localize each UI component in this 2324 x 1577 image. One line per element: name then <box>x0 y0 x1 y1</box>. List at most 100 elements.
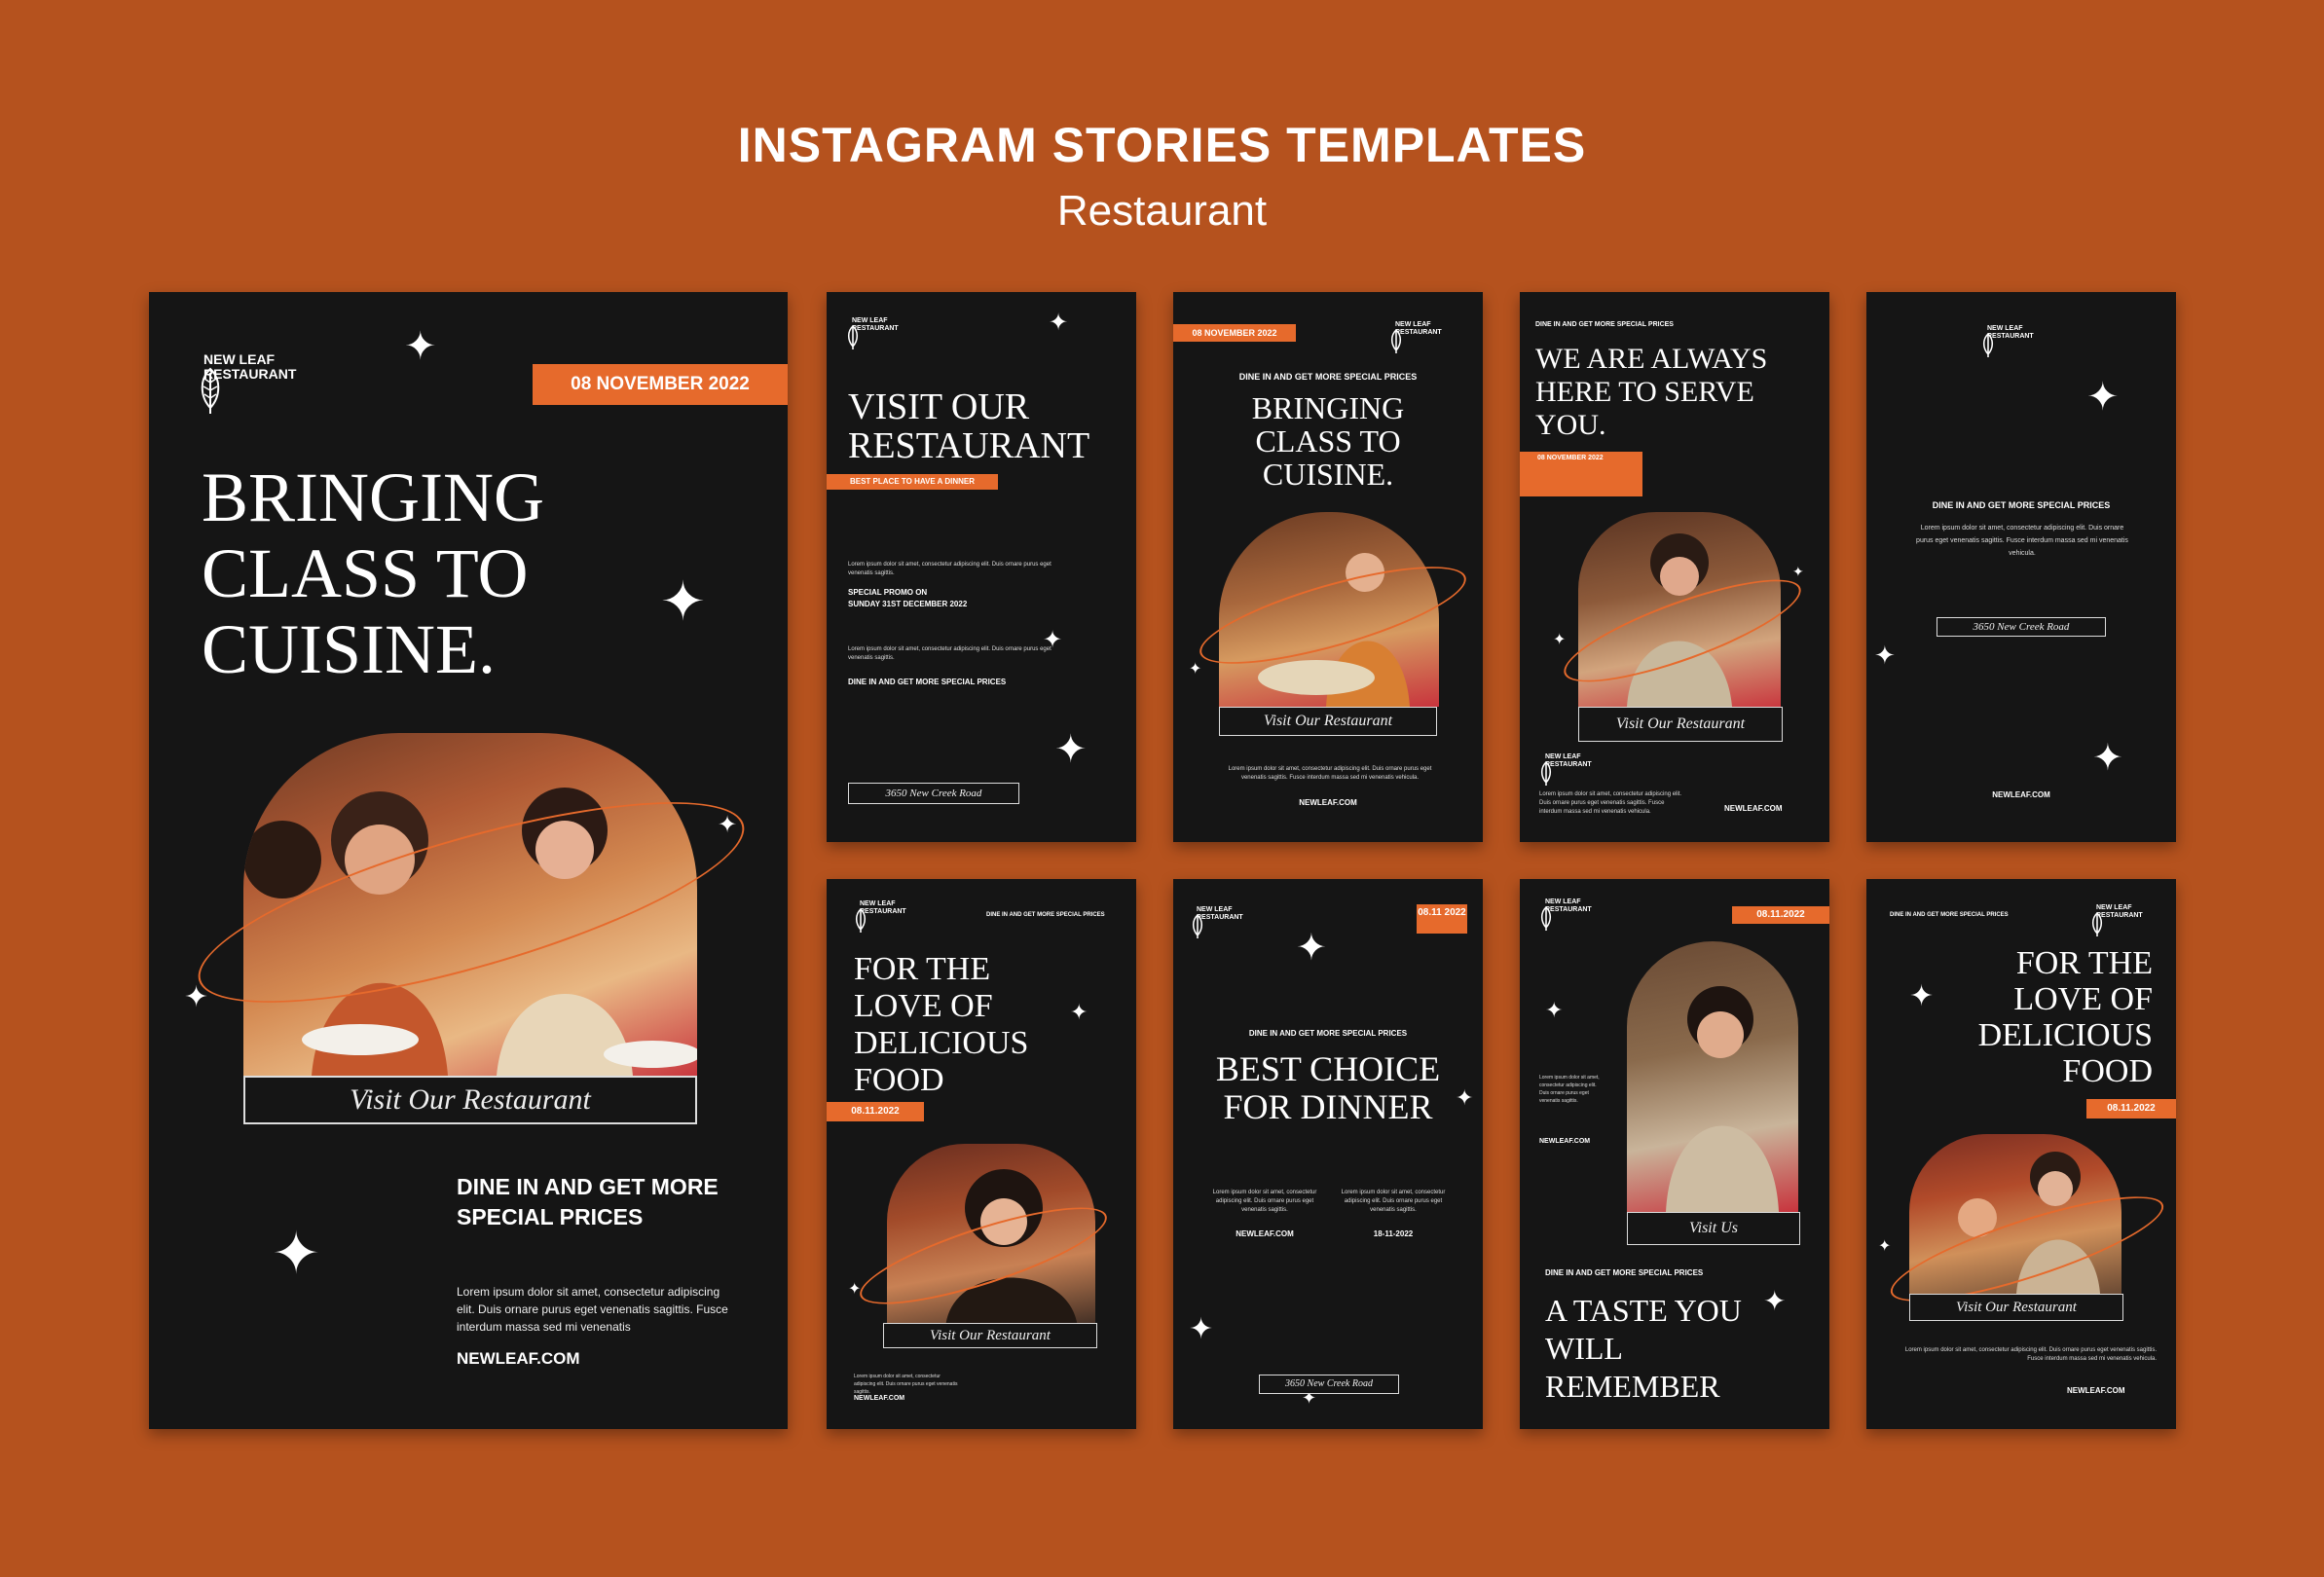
website-link[interactable]: NEWLEAF.COM <box>1539 1138 1590 1145</box>
page-title: INSTAGRAM STORIES TEMPLATES <box>737 118 1587 172</box>
body-text: Lorem ipsum dolor sit amet, consectetur … <box>1212 1190 1317 1213</box>
sparkle-icon: ✦ <box>1545 998 1564 1022</box>
sparkle-icon: ✦ <box>1874 641 1896 670</box>
headline: BEST CHOICE FOR DINNER <box>1215 1049 1441 1126</box>
brand-logo: NEW LEAF RESTAURANT <box>1389 321 1442 353</box>
sparkle-icon: ✦ <box>1792 564 1804 579</box>
sparkle-icon: ✦ <box>1049 310 1069 336</box>
sparkle-icon: ✦ <box>1763 1286 1787 1316</box>
body-text: Lorem ipsum dolor sit amet, consectetur … <box>457 1285 728 1334</box>
headline: WE ARE ALWAYS HERE TO SERVE YOU. <box>1535 343 1768 441</box>
visit-restaurant-button[interactable]: Visit Our Restaurant <box>243 1076 697 1124</box>
headline: FOR THE LOVE OF DELICIOUS FOOD <box>854 951 1029 1098</box>
brand-logo: NEW LEAF RESTAURANT <box>846 317 899 349</box>
brand-name: NEW LEAF <box>203 351 276 367</box>
date-badge: 08 NOVEMBER 2022 <box>1173 324 1296 342</box>
sparkle-icon: ✦ <box>1043 627 1063 653</box>
website-link[interactable]: NEWLEAF.COM <box>1173 798 1483 807</box>
address-button[interactable]: 3650 New Creek Road <box>848 783 1019 804</box>
story-card-8[interactable]: NEW LEAF RESTAURANT 08.11.2022 Visit Us ✦… <box>1520 879 1829 1429</box>
story-card-2[interactable]: NEW LEAF RESTAURANT ✦ VISIT OUR RESTAURAN… <box>827 292 1136 842</box>
website-link[interactable]: NEWLEAF.COM <box>854 1395 904 1402</box>
sparkle-icon: ✦ <box>2092 738 2123 779</box>
date-badge: 08 NOVEMBER 2022 <box>533 364 788 405</box>
brand-logo: NEW LEAF RESTAURANT <box>1539 899 1592 931</box>
body-text: Lorem ipsum dolor sit amet, consectetur … <box>1228 766 1432 781</box>
sparkle-icon: ✦ <box>1456 1085 1474 1110</box>
date-badge: 08.11.2022 <box>1732 906 1829 924</box>
date-badge: 08.11.2022 <box>827 1102 924 1121</box>
page-subtitle: Restaurant <box>1056 187 1268 235</box>
body-text: Lorem ipsum dolor sit amet, consectetur … <box>854 1374 958 1395</box>
brand-logo: NEW LEAF RESTAURANT <box>2090 904 2143 936</box>
tagline-badge: BEST PLACE TO HAVE A DINNER <box>827 474 998 490</box>
sparkle-icon: ✦ <box>1296 928 1327 969</box>
brand-logo: NEW LEAF RESTAURANT <box>1539 753 1592 786</box>
brand-name: NEW LEAF <box>1395 321 1431 328</box>
story-card-1[interactable]: NEW LEAF RESTAURANT 08 NOVEMBER 2022 BRIN… <box>149 292 788 1429</box>
brand-logo: NEW LEAF RESTAURANT <box>1191 906 1243 938</box>
sparkle-icon: ✦ <box>2086 376 2120 419</box>
sparkle-icon: ✦ <box>404 325 437 368</box>
brand-logo: NEW LEAF RESTAURANT <box>1981 325 2034 357</box>
promo-text: DINE IN AND GET MORE SPECIAL PRICES <box>986 912 1105 918</box>
website-link[interactable]: NEWLEAF.COM <box>1724 804 1783 813</box>
story-card-7[interactable]: NEW LEAF RESTAURANT 08.11 2022 ✦ DINE IN … <box>1173 879 1483 1429</box>
headline: BRINGING CLASS TO CUISINE. <box>1251 390 1405 492</box>
date-badge: 08 NOVEMBER 2022 <box>1520 452 1642 496</box>
body-text: Lorem ipsum dolor sit amet, consectetur … <box>848 646 1051 661</box>
story-card-6[interactable]: NEW LEAF RESTAURANT DINE IN AND GET MORE … <box>827 879 1136 1429</box>
story-card-4[interactable]: DINE IN AND GET MORE SPECIAL PRICES WE A… <box>1520 292 1829 842</box>
date-badge: 08.11.2022 <box>2086 1099 2176 1119</box>
promo-text: DINE IN AND GET MORE SPECIAL PRICES <box>1932 500 2111 510</box>
sparkle-icon: ✦ <box>272 1221 321 1286</box>
brand-logo: NEW LEAF RESTAURANT <box>198 351 296 415</box>
promo-label: SPECIAL PROMO ON <box>848 588 928 597</box>
website-link[interactable]: NEWLEAF.COM <box>1866 790 2176 799</box>
address-button[interactable]: 3650 New Creek Road <box>1937 617 2106 637</box>
promo-text: DINE IN AND GET MORE SPECIAL PRICES <box>848 678 1007 686</box>
visit-us-button[interactable]: Visit Us <box>1627 1212 1800 1245</box>
website-link[interactable]: NEWLEAF.COM <box>1208 1229 1321 1238</box>
headline: BRINGING CLASS TO CUISINE. <box>202 458 544 688</box>
promo-date: SUNDAY 31ST DECEMBER 2022 <box>848 600 968 608</box>
headline: VISIT OUR RESTAURANT <box>848 386 1090 466</box>
sparkle-icon: ✦ <box>1878 1238 1892 1255</box>
visit-restaurant-button[interactable]: Visit Our Restaurant <box>1219 707 1437 736</box>
promo-text: DINE IN AND GET MORE SPECIAL PRICES <box>1248 1029 1408 1038</box>
story-card-3[interactable]: 08 NOVEMBER 2022 NEW LEAF RESTAURANT DINE… <box>1173 292 1483 842</box>
promo-text: DINE IN AND GET MORE SPECIAL PRICES <box>1545 1268 1704 1277</box>
story-card-9[interactable]: DINE IN AND GET MORE SPECIAL PRICES NEW … <box>1866 879 2176 1429</box>
address-button[interactable]: 3650 New Creek Road <box>1259 1375 1399 1394</box>
restaurant-photo <box>1627 941 1798 1212</box>
sparkle-icon: ✦ <box>1054 728 1088 771</box>
body-text: Lorem ipsum dolor sit amet, consectetur … <box>1904 1347 2157 1362</box>
visit-restaurant-button[interactable]: Visit Our Restaurant <box>1909 1294 2123 1321</box>
body-text: Lorem ipsum dolor sit amet, consectetur … <box>1341 1190 1446 1213</box>
sparkle-icon: ✦ <box>184 981 209 1013</box>
date-badge: 08.11 2022 <box>1417 904 1467 934</box>
body-text: Lorem ipsum dolor sit amet, consectetur … <box>1539 791 1682 815</box>
promo-text: DINE IN AND GET MORE SPECIAL PRICES <box>1890 912 2009 918</box>
brand-name: NEW LEAF <box>2096 904 2132 911</box>
visit-restaurant-button[interactable]: Visit Our Restaurant <box>1578 707 1783 742</box>
body-text: Lorem ipsum dolor sit amet, consectetur … <box>848 562 1051 576</box>
visit-restaurant-button[interactable]: Visit Our Restaurant <box>883 1323 1097 1348</box>
sparkle-icon: ✦ <box>848 1281 862 1298</box>
brand-name: NEW LEAF <box>1545 899 1581 905</box>
headline: A TASTE YOU WILL REMEMBER <box>1545 1293 1742 1404</box>
story-card-5[interactable]: NEW LEAF RESTAURANT ✦ DINE IN AND GET MOR… <box>1866 292 2176 842</box>
brand-name: NEW LEAF <box>1545 753 1581 760</box>
body-text: Lorem ipsum dolor sit amet, consectetur … <box>1539 1075 1600 1104</box>
sparkle-icon: ✦ <box>1189 1313 1214 1345</box>
sparkle-icon: ✦ <box>1909 980 1935 1012</box>
website-link[interactable]: NEWLEAF.COM <box>2067 1386 2125 1395</box>
brand-name: NEW LEAF <box>1197 906 1233 913</box>
website-link[interactable]: NEWLEAF.COM <box>457 1349 580 1369</box>
brand-name: NEW LEAF <box>852 317 888 324</box>
sparkle-icon: ✦ <box>1070 1000 1088 1024</box>
body-text: Lorem ipsum dolor sit amet, consectetur … <box>1916 525 2128 557</box>
brand-name: NEW LEAF <box>860 900 896 907</box>
brand-logo: NEW LEAF RESTAURANT <box>854 900 906 933</box>
sparkle-icon: ✦ <box>1189 661 1202 678</box>
